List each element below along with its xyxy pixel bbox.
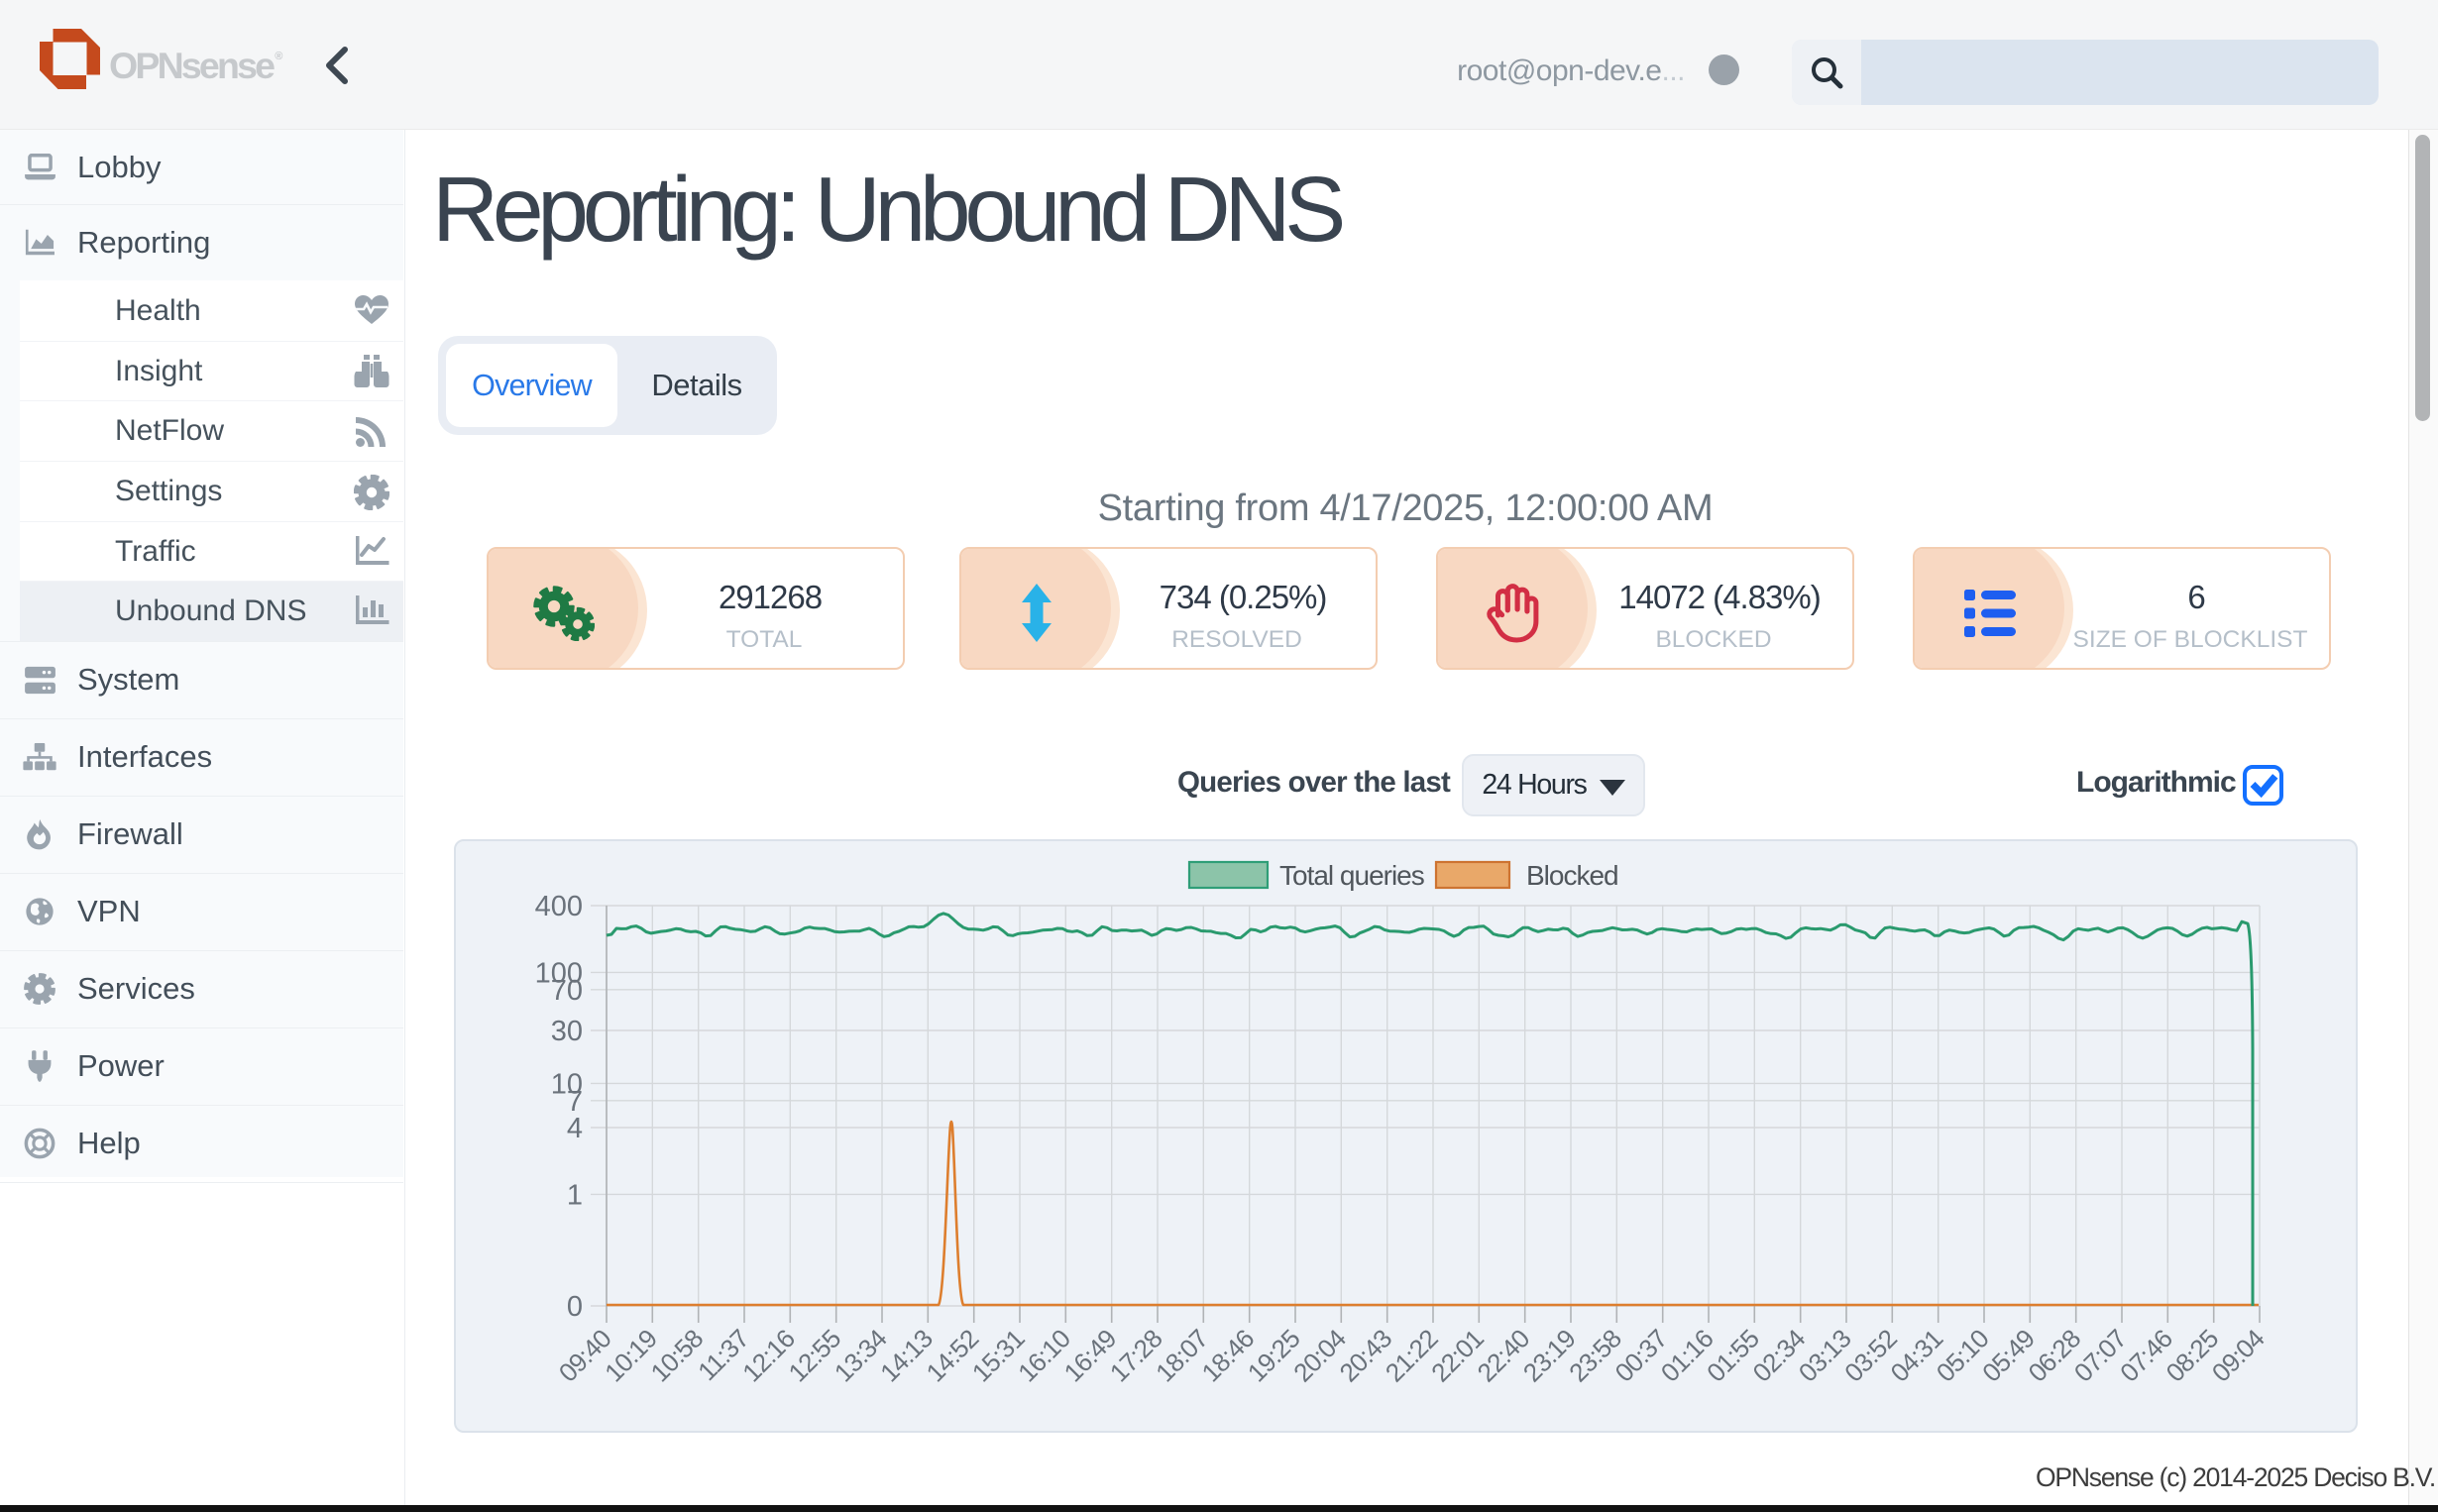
svg-text:1: 1	[567, 1179, 583, 1211]
svg-text:04:31: 04:31	[1885, 1324, 1949, 1388]
svg-text:14:13: 14:13	[874, 1324, 939, 1388]
svg-text:21:22: 21:22	[1380, 1324, 1444, 1388]
svg-text:18:46: 18:46	[1196, 1324, 1261, 1388]
svg-text:23:19: 23:19	[1517, 1324, 1582, 1388]
svg-text:23:58: 23:58	[1563, 1324, 1627, 1388]
svg-text:70: 70	[551, 975, 583, 1007]
svg-text:12:16: 12:16	[736, 1324, 801, 1388]
svg-text:4: 4	[567, 1113, 583, 1144]
svg-text:10:19: 10:19	[599, 1324, 663, 1388]
svg-text:09:04: 09:04	[2206, 1324, 2271, 1388]
svg-text:06:28: 06:28	[2023, 1324, 2087, 1388]
svg-text:15:31: 15:31	[966, 1324, 1031, 1388]
svg-text:14:52: 14:52	[921, 1324, 985, 1388]
svg-text:05:49: 05:49	[1976, 1324, 2041, 1388]
svg-text:02:34: 02:34	[1747, 1324, 1812, 1388]
svg-text:Total queries: Total queries	[1279, 860, 1424, 891]
svg-text:20:43: 20:43	[1334, 1324, 1398, 1388]
svg-text:20:04: 20:04	[1287, 1324, 1352, 1388]
svg-text:16:49: 16:49	[1058, 1324, 1123, 1388]
svg-text:03:52: 03:52	[1838, 1324, 1903, 1388]
svg-text:08:25: 08:25	[2161, 1324, 2225, 1388]
svg-text:07:46: 07:46	[2114, 1324, 2178, 1388]
svg-text:400: 400	[535, 891, 583, 922]
svg-text:22:01: 22:01	[1425, 1324, 1490, 1388]
svg-text:30: 30	[551, 1016, 583, 1047]
svg-text:00:37: 00:37	[1609, 1324, 1674, 1388]
svg-text:12:55: 12:55	[783, 1324, 847, 1388]
svg-text:17:28: 17:28	[1104, 1324, 1168, 1388]
svg-text:03:13: 03:13	[1793, 1324, 1857, 1388]
svg-text:13:34: 13:34	[829, 1324, 893, 1388]
svg-text:Blocked: Blocked	[1526, 860, 1618, 891]
svg-text:09:40: 09:40	[553, 1324, 617, 1388]
svg-text:11:37: 11:37	[692, 1324, 754, 1386]
svg-text:10:58: 10:58	[645, 1324, 710, 1388]
svg-text:18:07: 18:07	[1150, 1324, 1214, 1388]
svg-text:16:10: 16:10	[1012, 1324, 1076, 1388]
svg-text:19:25: 19:25	[1242, 1324, 1306, 1388]
svg-text:01:55: 01:55	[1701, 1324, 1765, 1388]
svg-text:05:10: 05:10	[1931, 1324, 1995, 1388]
svg-text:22:40: 22:40	[1472, 1324, 1536, 1388]
svg-text:01:16: 01:16	[1655, 1324, 1719, 1388]
svg-text:0: 0	[567, 1291, 583, 1323]
svg-text:07:07: 07:07	[2068, 1324, 2133, 1388]
